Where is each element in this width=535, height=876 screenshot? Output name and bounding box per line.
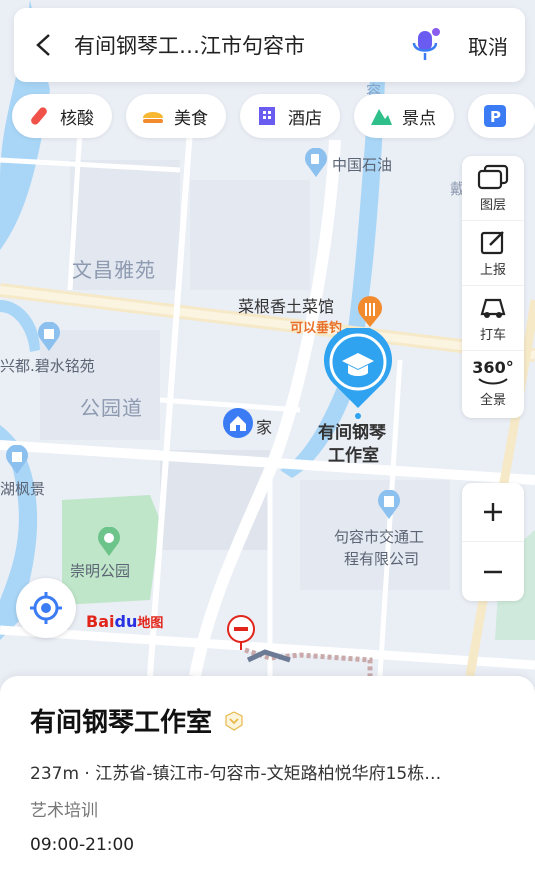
hotel-icon [254, 103, 280, 129]
route-end-icon [227, 615, 255, 650]
verified-badge-icon [225, 710, 243, 731]
back-button[interactable] [14, 8, 74, 82]
map-label-transport-line2: 程有限公司 [344, 550, 420, 568]
place-hours: 09:00-21:00 [30, 835, 135, 855]
place-name: 有间钢琴工作室 [30, 708, 213, 738]
search-query[interactable]: 有间钢琴工…江市句容市 [74, 30, 401, 60]
map-label-selected-line2: 工作室 [328, 446, 379, 466]
company-icon[interactable] [376, 490, 402, 520]
locate-icon [30, 592, 62, 624]
category-chips: 核酸 美食 酒店 景点 P [12, 94, 535, 138]
taxi-icon [480, 298, 506, 318]
park-icon[interactable] [96, 527, 122, 557]
chip-scenic[interactable]: 景点 [354, 94, 454, 138]
place-category: 艺术培训 [30, 801, 98, 821]
place-detail-panel[interactable]: 有间钢琴工作室 237m · 江苏省-镇江市-句容市-文矩路柏悦华府15栋… 艺… [0, 676, 535, 876]
food-icon [140, 103, 166, 129]
plus-icon [484, 503, 502, 521]
chevron-left-icon [36, 34, 50, 56]
minus-icon [484, 570, 502, 573]
logo-map: 地图 [137, 616, 164, 631]
panorama-icon: 360° [472, 358, 514, 377]
map-label-home: 家 [256, 418, 273, 437]
home-icon[interactable] [222, 406, 254, 440]
chip-food[interactable]: 美食 [126, 94, 226, 138]
panorama-label: 全景 [479, 393, 506, 408]
selected-place-marker[interactable] [322, 328, 394, 420]
logo-bai: Bai [86, 612, 115, 631]
petrol-station-icon[interactable] [303, 148, 329, 178]
chip-test[interactable]: 核酸 [12, 94, 112, 138]
zoom-controls [462, 483, 524, 601]
panorama-button[interactable]: 360° 全景 [462, 351, 524, 416]
place-address: 237m · 江苏省-镇江市-句容市-文矩路柏悦华府15栋… [30, 764, 442, 784]
chip-test-label: 核酸 [60, 108, 94, 129]
logo-du: du [114, 612, 138, 631]
parking-icon: P [482, 103, 508, 129]
cancel-button[interactable]: 取消 [451, 31, 525, 60]
restaurant-icon[interactable] [356, 296, 384, 328]
chip-scenic-label: 景点 [402, 108, 436, 129]
map-label-chongming: 崇明公园 [70, 562, 131, 580]
chip-parking[interactable]: P [468, 94, 535, 138]
locate-button[interactable] [16, 578, 76, 638]
search-bar[interactable]: 有间钢琴工…江市句容市 取消 [14, 8, 525, 82]
scenic-icon [368, 103, 394, 129]
microphone-icon [412, 28, 440, 60]
taxi-label: 打车 [479, 327, 506, 343]
report-label: 上报 [479, 262, 506, 278]
panorama-arc-icon [478, 378, 508, 385]
chip-hotel-label: 酒店 [288, 108, 322, 129]
svg-text:P: P [490, 108, 501, 126]
chip-hotel[interactable]: 酒店 [240, 94, 340, 138]
layers-icon [477, 164, 509, 189]
map-label-transport-line1: 句容市交通工 [334, 528, 425, 546]
chip-food-label: 美食 [174, 108, 208, 129]
residential-icon-2[interactable] [4, 445, 30, 475]
edit-icon [480, 230, 504, 254]
map-label-petrol: 中国石油 [332, 156, 393, 174]
layers-label: 图层 [479, 197, 506, 213]
zoom-in-button[interactable] [462, 483, 524, 542]
map-label-selected-line1: 有间钢琴 [318, 423, 386, 443]
map-label-wenchang: 文昌雅苑 [72, 258, 156, 282]
map-label-hufeng: 湖枫景 [0, 480, 46, 498]
map-label-gongyuan: 公园道 [80, 396, 143, 420]
map-label-bishui: 兴都.碧水铭苑 [0, 357, 95, 375]
residential-icon[interactable] [36, 322, 62, 352]
test-tube-icon [26, 103, 52, 129]
report-button[interactable]: 上报 [462, 221, 524, 286]
zoom-out-button[interactable] [462, 542, 524, 601]
voice-button[interactable] [401, 8, 451, 82]
taxi-button[interactable]: 打车 [462, 286, 524, 351]
layers-button[interactable]: 图层 [462, 156, 524, 221]
map-toolbar: 图层 上报 打车 360° 全景 [462, 156, 524, 418]
baidu-map-logo: Baidu地图 [86, 612, 163, 631]
map-label-restaurant: 菜根香土菜馆 [238, 297, 335, 316]
